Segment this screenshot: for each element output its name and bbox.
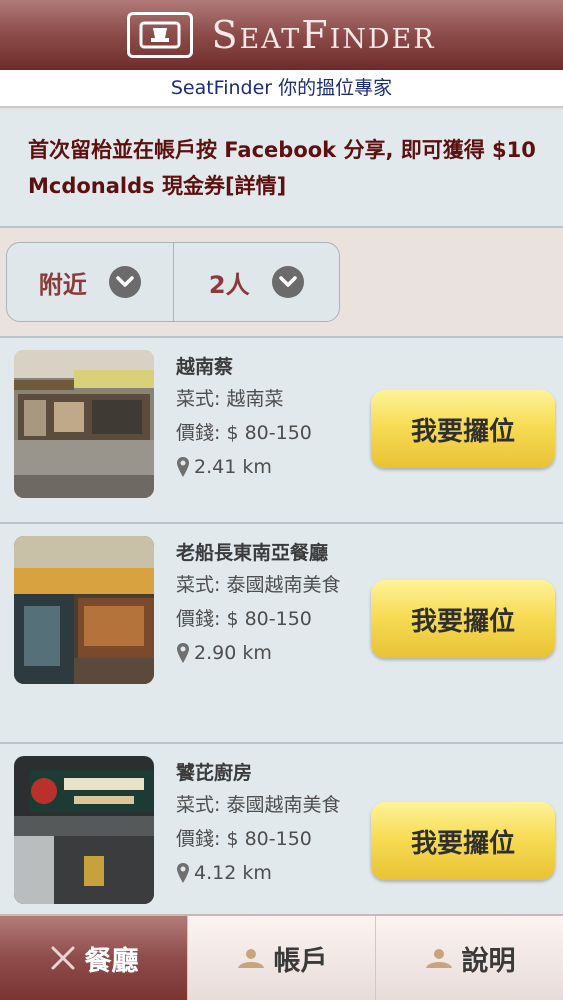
restaurant-cuisine: 菜式: 泰國越南美食 [176, 794, 341, 816]
restaurant-price: 價錢: $ 80-150 [176, 828, 312, 850]
book-seat-button[interactable]: 我要攞位 [371, 390, 555, 468]
restaurant-distance: 4.12 km [194, 862, 272, 884]
restaurant-list[interactable]: 越南蔡 菜式: 越南菜 價錢: $ 80-150 2.41 km 我要攞位 老船… [0, 336, 563, 916]
restaurant-distance-row: 2.90 km [176, 636, 356, 670]
tagline: SeatFinder 你的搵位專家 [0, 70, 563, 108]
restaurant-distance-row: 4.12 km [176, 856, 356, 890]
location-pin-icon [176, 862, 190, 884]
restaurant-card[interactable]: 饕芘廚房 菜式: 泰國越南美食 價錢: $ 80-150 4.12 km 我要攞… [0, 742, 563, 916]
chevron-down-icon [108, 266, 141, 298]
chevron-down-icon [271, 266, 304, 298]
restaurant-price: 價錢: $ 80-150 [176, 422, 312, 444]
filter-bar: 附近 2人 [6, 242, 340, 322]
location-filter-label: 附近 [38, 270, 87, 299]
tab-bar: 餐廳 帳戶 說明 [0, 914, 563, 1000]
restaurant-photo [14, 536, 154, 684]
tab-restaurants-label: 餐廳 [84, 945, 139, 977]
fork-knife-icon [49, 944, 77, 972]
tab-account-label: 帳戶 [273, 945, 328, 977]
restaurant-card[interactable]: 越南蔡 菜式: 越南菜 價錢: $ 80-150 2.41 km 我要攞位 [0, 336, 563, 522]
tab-help-label: 說明 [461, 945, 516, 977]
restaurant-name: 饕芘廚房 [176, 762, 253, 784]
location-pin-icon [176, 456, 190, 478]
restaurant-cuisine: 菜式: 泰國越南美食 [176, 574, 341, 596]
book-seat-button[interactable]: 我要攞位 [371, 802, 555, 880]
restaurant-distance: 2.90 km [194, 642, 272, 664]
user-icon [236, 947, 266, 969]
app-name: SeatFinder [211, 13, 436, 57]
tab-help[interactable]: 說明 [375, 916, 563, 1000]
restaurant-distance-row: 2.41 km [176, 450, 356, 484]
restaurant-price: 價錢: $ 80-150 [176, 608, 312, 630]
restaurant-photo [14, 350, 154, 498]
location-filter[interactable]: 附近 [7, 243, 173, 321]
app-header: SeatFinder [0, 0, 563, 70]
restaurant-distance: 2.41 km [194, 456, 272, 478]
book-seat-button[interactable]: 我要攞位 [371, 580, 555, 658]
party-size-filter-label: 2人 [208, 270, 250, 299]
restaurant-name: 老船長東南亞餐廳 [176, 542, 329, 564]
help-icon [424, 947, 454, 969]
app-logo-icon [127, 12, 194, 58]
promo-banner[interactable]: 首次留枱並在帳戶按 Facebook 分享, 即可獲得 $10 Mcdonald… [0, 110, 563, 228]
party-size-filter[interactable]: 2人 [172, 243, 340, 321]
tab-restaurants[interactable]: 餐廳 [0, 916, 187, 1000]
location-pin-icon [176, 642, 190, 664]
tab-account[interactable]: 帳戶 [187, 916, 375, 1000]
restaurant-cuisine: 菜式: 越南菜 [176, 388, 284, 410]
restaurant-card[interactable]: 老船長東南亞餐廳 菜式: 泰國越南美食 價錢: $ 80-150 2.90 km… [0, 522, 563, 742]
restaurant-photo [14, 756, 154, 904]
restaurant-name: 越南蔡 [176, 356, 234, 378]
promo-text: 首次留枱並在帳戶按 Facebook 分享, 即可獲得 $10 Mcdonald… [28, 138, 536, 198]
